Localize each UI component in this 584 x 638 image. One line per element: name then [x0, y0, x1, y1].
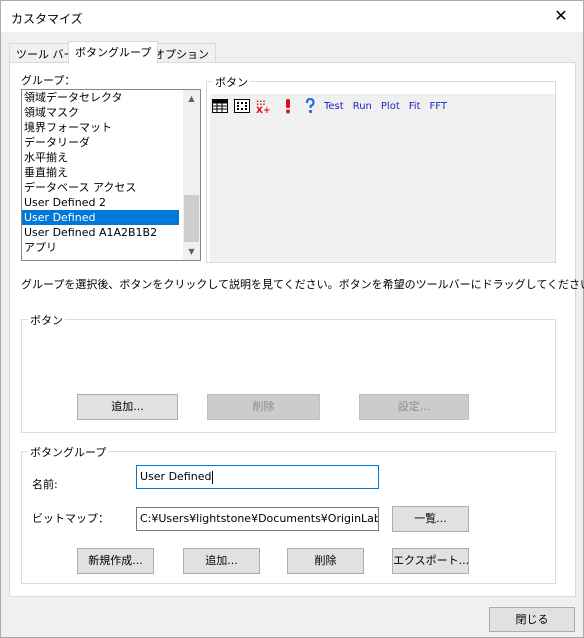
list-item[interactable]: User Defined A1A2B1B2: [22, 225, 200, 240]
list-item[interactable]: データリーダ: [22, 135, 200, 150]
delete-group-button[interactable]: 削除: [287, 548, 364, 574]
svg-text:X+: X+: [256, 106, 270, 114]
list-item[interactable]: 境界フォーマット: [22, 120, 200, 135]
buttons-preview-label: ボタン: [213, 74, 250, 90]
settings-button[interactable]: 設定...: [359, 394, 469, 420]
add-button[interactable]: 追加...: [77, 394, 178, 420]
dot-matrix-icon[interactable]: [234, 98, 250, 114]
scroll-down-arrow-icon[interactable]: ▼: [183, 243, 200, 260]
instruction-text: グループを選択後、ボタンをクリックして説明を見てください。ボタンを希望のツールバ…: [21, 278, 584, 291]
customize-dialog: カスタマイズ ✕ ツール バー ボタングループ オプション グループ： 領域デー…: [0, 0, 584, 638]
list-item[interactable]: User Defined 2: [22, 195, 200, 210]
xy-plus-icon[interactable]: ::: X+: [256, 98, 274, 114]
group-list-scrollbar[interactable]: ▲ ▼: [183, 90, 200, 260]
plot-button[interactable]: Plot: [381, 101, 400, 112]
tab-button-group[interactable]: ボタングループ: [68, 41, 159, 64]
worksheet-grid-icon[interactable]: [212, 98, 228, 114]
name-field[interactable]: User Defined: [136, 465, 379, 489]
list-item[interactable]: 垂直揃え: [22, 165, 200, 180]
button-group-section-label: ボタングループ: [28, 444, 109, 460]
list-item[interactable]: アプリ: [22, 240, 200, 255]
text-caret: [212, 470, 214, 484]
title-bar: カスタマイズ ✕: [1, 1, 583, 32]
question-icon[interactable]: [302, 98, 318, 114]
bitmap-label: ビットマップ：: [32, 512, 109, 525]
button-icon-row: ::: X+ Test Run Plot Fit FFT: [212, 96, 456, 116]
name-label: 名前:: [32, 478, 58, 491]
name-field-value: User Defined: [140, 470, 212, 483]
list-item[interactable]: 領域マスク: [22, 105, 200, 120]
list-button[interactable]: 一覧...: [392, 506, 469, 532]
button-group-panel: グループ： 領域データセレクタ 領域マスク 境界フォーマット データリーダ 水平…: [9, 62, 584, 597]
list-item-selected[interactable]: User Defined: [22, 210, 179, 225]
bitmap-path-value: C:¥Users¥lightstone¥Documents¥OriginLab¥…: [140, 512, 379, 525]
group-list-label: グループ：: [21, 74, 76, 87]
close-window-button[interactable]: ✕: [539, 1, 583, 32]
scroll-thumb[interactable]: [184, 195, 199, 242]
exclamation-icon[interactable]: [280, 98, 296, 114]
list-item[interactable]: データベース アクセス: [22, 180, 200, 195]
scroll-up-arrow-icon[interactable]: ▲: [183, 90, 200, 107]
list-item[interactable]: 水平揃え: [22, 150, 200, 165]
group-listbox[interactable]: 領域データセレクタ 領域マスク 境界フォーマット データリーダ 水平揃え 垂直揃…: [21, 89, 201, 261]
delete-button[interactable]: 削除: [207, 394, 320, 420]
add-group-button[interactable]: 追加...: [183, 548, 260, 574]
window-title: カスタマイズ: [11, 12, 83, 26]
list-item[interactable]: 領域データセレクタ: [22, 90, 200, 105]
run-button[interactable]: Run: [353, 101, 372, 112]
new-group-button[interactable]: 新規作成...: [77, 548, 154, 574]
fft-button[interactable]: FFT: [429, 101, 446, 112]
buttons-preview-area: ::: X+ Test Run Plot Fit FFT: [210, 94, 555, 262]
bitmap-path-field[interactable]: C:¥Users¥lightstone¥Documents¥OriginLab¥…: [136, 507, 379, 531]
fit-button[interactable]: Fit: [409, 101, 421, 112]
close-button[interactable]: 閉じる: [489, 607, 575, 632]
test-button[interactable]: Test: [324, 101, 344, 112]
export-button[interactable]: エクスポート...: [392, 548, 469, 574]
button-section-label: ボタン: [28, 312, 65, 328]
